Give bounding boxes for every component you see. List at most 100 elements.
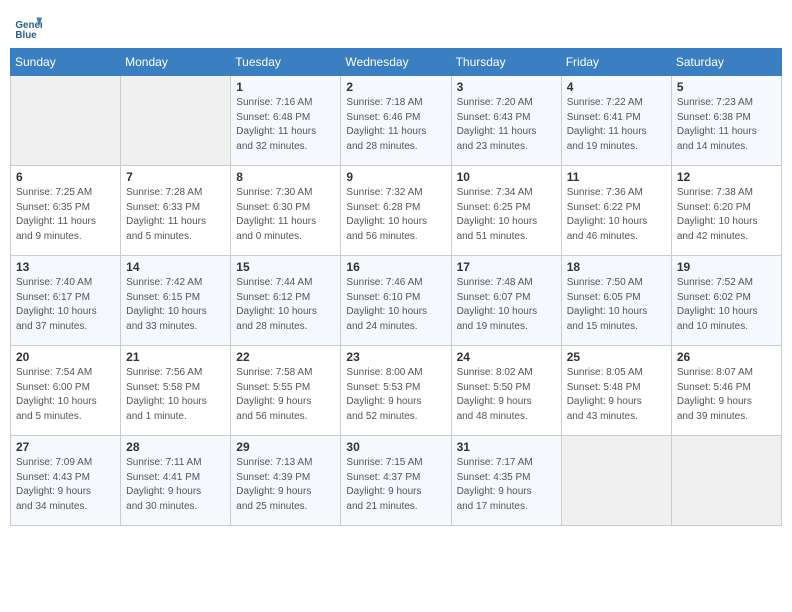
calendar-cell: 9 Sunrise: 7:32 AMSunset: 6:28 PMDaylight… <box>341 166 451 256</box>
day-number: 8 <box>236 170 335 184</box>
calendar-cell: 7 Sunrise: 7:28 AMSunset: 6:33 PMDaylight… <box>121 166 231 256</box>
day-number: 14 <box>126 260 225 274</box>
calendar-cell: 19Sunrise: 7:52 AMSunset: 6:02 PMDayligh… <box>671 256 781 346</box>
calendar-cell: 22 Sunrise: 7:58 AMSunset: 5:55 PMDayligh… <box>231 346 341 436</box>
calendar-cell: 3Sunrise: 7:20 AMSunset: 6:43 PMDaylight… <box>451 76 561 166</box>
day-info: Sunrise: 7:23 AMSunset: 6:38 PMDaylight:… <box>677 96 776 154</box>
day-number: 21 <box>126 350 225 364</box>
day-number: 17 <box>457 260 556 274</box>
day-info: Sunrise: 7:18 AMSunset: 6:46 PMDaylight:… <box>346 96 445 154</box>
day-number: 25 <box>567 350 666 364</box>
weekday-header-sunday: Sunday <box>11 49 121 76</box>
day-number: 9 <box>346 170 445 184</box>
day-info: Sunrise: 8:00 AMSunset: 5:53 PMDaylight:… <box>346 366 445 424</box>
weekday-header-wednesday: Wednesday <box>341 49 451 76</box>
calendar-cell <box>11 76 121 166</box>
day-number: 19 <box>677 260 776 274</box>
day-number: 29 <box>236 440 335 454</box>
day-info: Sunrise: 7:58 AMSunset: 5:55 PMDaylight:… <box>236 366 335 424</box>
calendar-cell: 28 Sunrise: 7:11 AMSunset: 4:41 PMDayligh… <box>121 436 231 526</box>
calendar-cell: 4 Sunrise: 7:22 AMSunset: 6:41 PMDaylight… <box>561 76 671 166</box>
day-number: 13 <box>16 260 115 274</box>
calendar-cell: 13 Sunrise: 7:40 AMSunset: 6:17 PMDayligh… <box>11 256 121 346</box>
calendar-cell <box>671 436 781 526</box>
calendar-cell: 20Sunrise: 7:54 AMSunset: 6:00 PMDayligh… <box>11 346 121 436</box>
calendar-cell: 1 Sunrise: 7:16 AMSunset: 6:48 PMDaylight… <box>231 76 341 166</box>
day-number: 24 <box>457 350 556 364</box>
day-number: 20 <box>16 350 115 364</box>
day-info: Sunrise: 7:38 AMSunset: 6:20 PMDaylight:… <box>677 186 776 244</box>
calendar-cell: 10 Sunrise: 7:34 AMSunset: 6:25 PMDayligh… <box>451 166 561 256</box>
day-number: 5 <box>677 80 776 94</box>
day-number: 18 <box>567 260 666 274</box>
day-number: 11 <box>567 170 666 184</box>
calendar-cell: 29 Sunrise: 7:13 AMSunset: 4:39 PMDayligh… <box>231 436 341 526</box>
day-info: Sunrise: 7:15 AMSunset: 4:37 PMDaylight:… <box>346 456 445 514</box>
day-info: Sunrise: 7:11 AMSunset: 4:41 PMDaylight:… <box>126 456 225 514</box>
day-number: 28 <box>126 440 225 454</box>
logo-icon: General Blue <box>14 14 42 42</box>
day-number: 10 <box>457 170 556 184</box>
week-row-1: 1 Sunrise: 7:16 AMSunset: 6:48 PMDaylight… <box>11 76 782 166</box>
day-number: 6 <box>16 170 115 184</box>
day-info: Sunrise: 8:02 AMSunset: 5:50 PMDaylight:… <box>457 366 556 424</box>
calendar-cell: 2 Sunrise: 7:18 AMSunset: 6:46 PMDaylight… <box>341 76 451 166</box>
calendar-cell: 30 Sunrise: 7:15 AMSunset: 4:37 PMDayligh… <box>341 436 451 526</box>
calendar-cell: 5 Sunrise: 7:23 AMSunset: 6:38 PMDaylight… <box>671 76 781 166</box>
calendar-cell: 21 Sunrise: 7:56 AMSunset: 5:58 PMDayligh… <box>121 346 231 436</box>
day-number: 31 <box>457 440 556 454</box>
calendar-cell: 6 Sunrise: 7:25 AMSunset: 6:35 PMDaylight… <box>11 166 121 256</box>
calendar-cell <box>561 436 671 526</box>
day-info: Sunrise: 7:44 AMSunset: 6:12 PMDaylight:… <box>236 276 335 334</box>
calendar-cell: 17 Sunrise: 7:48 AMSunset: 6:07 PMDayligh… <box>451 256 561 346</box>
calendar-cell: 24 Sunrise: 8:02 AMSunset: 5:50 PMDayligh… <box>451 346 561 436</box>
week-row-3: 13 Sunrise: 7:40 AMSunset: 6:17 PMDayligh… <box>11 256 782 346</box>
day-info: Sunrise: 7:36 AMSunset: 6:22 PMDaylight:… <box>567 186 666 244</box>
calendar-cell <box>121 76 231 166</box>
weekday-header-saturday: Saturday <box>671 49 781 76</box>
week-row-2: 6 Sunrise: 7:25 AMSunset: 6:35 PMDaylight… <box>11 166 782 256</box>
day-info: Sunrise: 8:07 AMSunset: 5:46 PMDaylight:… <box>677 366 776 424</box>
day-info: Sunrise: 7:46 AMSunset: 6:10 PMDaylight:… <box>346 276 445 334</box>
calendar-cell: 14Sunrise: 7:42 AMSunset: 6:15 PMDayligh… <box>121 256 231 346</box>
calendar-cell: 11 Sunrise: 7:36 AMSunset: 6:22 PMDayligh… <box>561 166 671 256</box>
day-number: 22 <box>236 350 335 364</box>
day-info: Sunrise: 7:56 AMSunset: 5:58 PMDaylight:… <box>126 366 225 424</box>
day-info: Sunrise: 7:32 AMSunset: 6:28 PMDaylight:… <box>346 186 445 244</box>
day-number: 3 <box>457 80 556 94</box>
calendar-cell: 8Sunrise: 7:30 AMSunset: 6:30 PMDaylight… <box>231 166 341 256</box>
week-row-5: 27 Sunrise: 7:09 AMSunset: 4:43 PMDayligh… <box>11 436 782 526</box>
day-info: Sunrise: 7:22 AMSunset: 6:41 PMDaylight:… <box>567 96 666 154</box>
day-info: Sunrise: 7:17 AMSunset: 4:35 PMDaylight:… <box>457 456 556 514</box>
day-info: Sunrise: 7:16 AMSunset: 6:48 PMDaylight:… <box>236 96 335 154</box>
logo: General Blue <box>14 14 44 42</box>
day-info: Sunrise: 7:28 AMSunset: 6:33 PMDaylight:… <box>126 186 225 244</box>
day-info: Sunrise: 7:09 AMSunset: 4:43 PMDaylight:… <box>16 456 115 514</box>
day-info: Sunrise: 7:34 AMSunset: 6:25 PMDaylight:… <box>457 186 556 244</box>
calendar-cell: 15 Sunrise: 7:44 AMSunset: 6:12 PMDayligh… <box>231 256 341 346</box>
day-info: Sunrise: 7:40 AMSunset: 6:17 PMDaylight:… <box>16 276 115 334</box>
day-info: Sunrise: 7:48 AMSunset: 6:07 PMDaylight:… <box>457 276 556 334</box>
day-info: Sunrise: 7:25 AMSunset: 6:35 PMDaylight:… <box>16 186 115 244</box>
day-number: 1 <box>236 80 335 94</box>
day-info: Sunrise: 7:13 AMSunset: 4:39 PMDaylight:… <box>236 456 335 514</box>
calendar-cell: 25Sunrise: 8:05 AMSunset: 5:48 PMDayligh… <box>561 346 671 436</box>
calendar-cell: 31 Sunrise: 7:17 AMSunset: 4:35 PMDayligh… <box>451 436 561 526</box>
day-number: 7 <box>126 170 225 184</box>
day-info: Sunrise: 7:50 AMSunset: 6:05 PMDaylight:… <box>567 276 666 334</box>
day-number: 30 <box>346 440 445 454</box>
weekday-header-monday: Monday <box>121 49 231 76</box>
day-number: 12 <box>677 170 776 184</box>
weekday-header-friday: Friday <box>561 49 671 76</box>
weekday-header-tuesday: Tuesday <box>231 49 341 76</box>
day-number: 26 <box>677 350 776 364</box>
calendar-cell: 23 Sunrise: 8:00 AMSunset: 5:53 PMDayligh… <box>341 346 451 436</box>
day-number: 27 <box>16 440 115 454</box>
day-number: 15 <box>236 260 335 274</box>
calendar-cell: 27 Sunrise: 7:09 AMSunset: 4:43 PMDayligh… <box>11 436 121 526</box>
calendar-table: SundayMondayTuesdayWednesdayThursdayFrid… <box>10 48 782 526</box>
day-number: 2 <box>346 80 445 94</box>
weekday-header-row: SundayMondayTuesdayWednesdayThursdayFrid… <box>11 49 782 76</box>
day-number: 23 <box>346 350 445 364</box>
day-number: 4 <box>567 80 666 94</box>
